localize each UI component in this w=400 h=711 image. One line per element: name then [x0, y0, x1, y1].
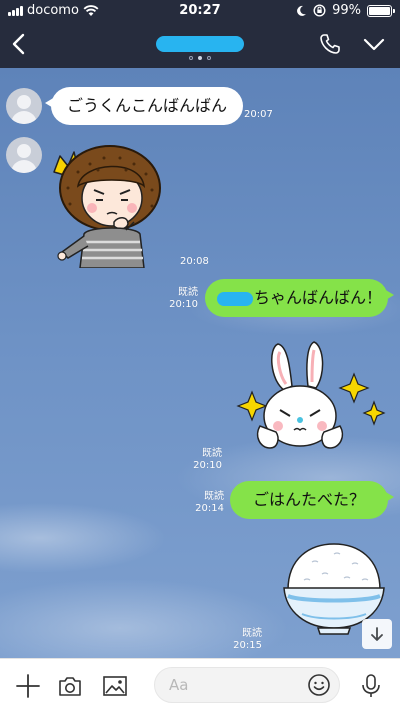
girl-bob-hair-sticker[interactable] [48, 142, 168, 268]
incoming-bubble[interactable]: ごうくんこんばんばん [44, 87, 244, 125]
page-dot [198, 56, 202, 60]
plus-icon[interactable] [15, 673, 41, 699]
battery-icon [367, 4, 395, 17]
message-input-field[interactable] [154, 667, 340, 703]
message-text: ちゃんばんばん！ [254, 288, 383, 307]
arrow-down-icon [371, 627, 383, 641]
message-time: 20:07 [244, 109, 273, 120]
page-indicator [0, 56, 400, 60]
message-time: 20:15 [233, 640, 262, 651]
read-receipt: 既読 [178, 287, 198, 298]
message-time: 20:14 [195, 503, 224, 514]
phone-icon[interactable] [318, 32, 342, 56]
message-text: ごはんたべた？ [252, 490, 365, 509]
status-bar: docomo 20:27 99% [0, 0, 400, 22]
redacted-name [217, 291, 253, 306]
message-time: 20:10 [169, 299, 198, 310]
message-meta: 20:07 [244, 109, 273, 121]
battery-percent: 99% [332, 3, 361, 18]
outgoing-bubble[interactable]: ごはんたべた？ [230, 481, 394, 519]
avatar[interactable] [6, 88, 42, 124]
message-meta: 既読 20:14 [190, 491, 224, 515]
microphone-icon[interactable] [358, 673, 384, 699]
message-input[interactable] [169, 675, 299, 695]
message-text: ごうくんこんばんばん [67, 96, 228, 115]
message-time: 20:08 [180, 256, 209, 267]
top-bar: docomo 20:27 99% [0, 0, 400, 68]
read-receipt: 既読 [202, 448, 222, 459]
page-dot [189, 56, 193, 60]
scroll-to-bottom-button[interactable] [362, 619, 392, 649]
message-meta: 既読 20:10 [190, 448, 222, 472]
message-meta: 既読 20:10 [160, 287, 198, 311]
page-dot [207, 56, 211, 60]
orientation-lock-icon [313, 4, 326, 17]
message-meta: 既読 20:15 [230, 628, 262, 652]
message-input-bar [0, 658, 400, 711]
chat-title-redacted[interactable] [156, 36, 244, 52]
message-meta: 20:08 [180, 256, 209, 268]
chat-header [0, 22, 400, 68]
moon-icon [297, 5, 307, 16]
emoji-icon[interactable] [307, 673, 331, 697]
chat-area[interactable]: ごうくんこんばんばん 20:07 20:08 既読 20:10 ちゃんばんばん！… [0, 68, 400, 658]
image-icon[interactable] [102, 673, 128, 699]
back-button[interactable] [6, 30, 32, 58]
outgoing-bubble[interactable]: ちゃんばんばん！ [205, 279, 394, 317]
read-receipt: 既読 [242, 628, 262, 639]
status-right: 99% [295, 3, 395, 18]
camera-icon[interactable] [57, 673, 83, 699]
avatar[interactable] [6, 137, 42, 173]
rabbit-sparkle-sticker[interactable] [236, 340, 386, 460]
message-time: 20:10 [193, 460, 222, 471]
read-receipt: 既読 [204, 491, 224, 502]
chevron-down-icon[interactable] [362, 34, 386, 54]
